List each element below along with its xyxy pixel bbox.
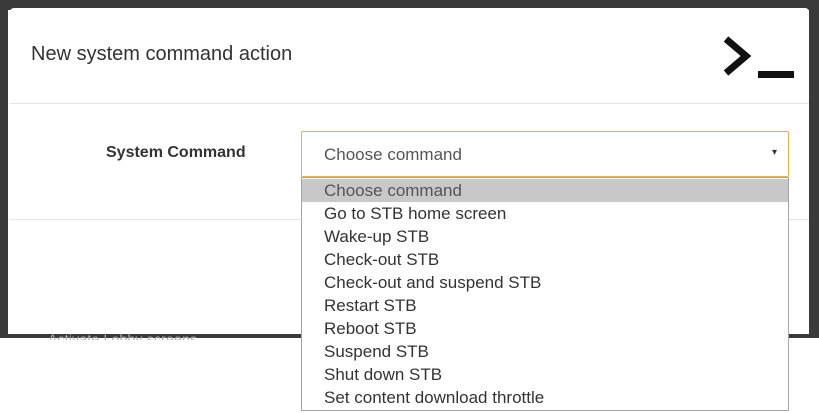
option-choose-command[interactable]: Choose command [302, 179, 788, 202]
system-command-label: System Command [106, 144, 246, 161]
option-shut-down-stb[interactable]: Shut down STB [302, 363, 788, 386]
option-check-out-and-suspend-stb[interactable]: Check-out and suspend STB [302, 271, 788, 294]
modal-title: New system command action [31, 43, 293, 65]
option-reboot-stb[interactable]: Reboot STB [302, 317, 788, 340]
option-restart-stb[interactable]: Restart STB [302, 294, 788, 317]
option-set-content-download-throttle[interactable]: Set content download throttle [302, 386, 788, 409]
select-current-value: Choose command [324, 145, 462, 164]
system-command-select[interactable]: Choose command ▾ [301, 131, 789, 177]
option-suspend-stb[interactable]: Suspend STB [302, 340, 788, 363]
terminal-icon [723, 36, 794, 78]
caret-down-icon: ▾ [771, 147, 777, 158]
option-check-out-stb[interactable]: Check-out STB [302, 248, 788, 271]
option-go-to-stb-home-screen[interactable]: Go to STB home screen [302, 202, 788, 225]
modal-header: New system command action [10, 8, 809, 104]
modal-backdrop-left [0, 0, 8, 338]
option-wake-up-stb[interactable]: Wake-up STB [302, 225, 788, 248]
modal-backdrop-right [809, 0, 819, 338]
system-command-dropdown-list: Choose command Go to STB home screen Wak… [301, 177, 789, 411]
